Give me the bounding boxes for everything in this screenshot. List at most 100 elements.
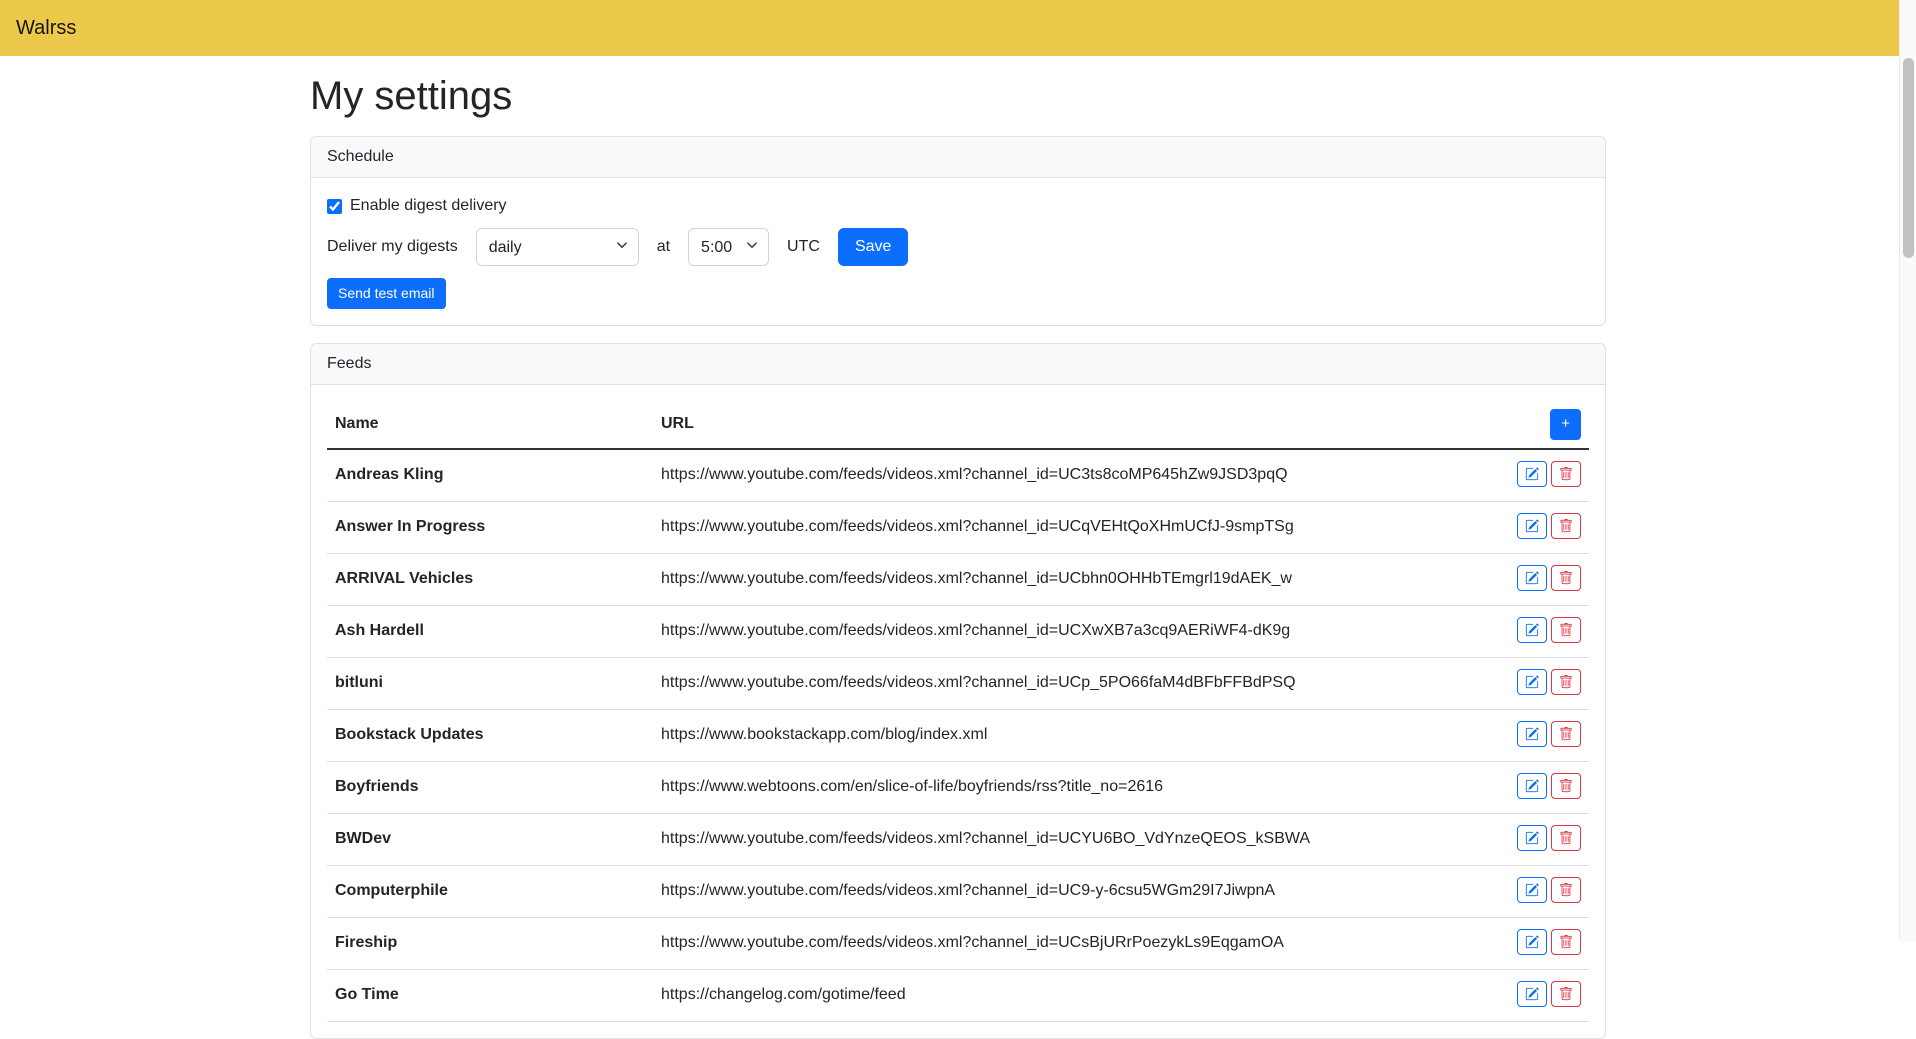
feeds-table: Name URL + Andreas Kling https://www.you…: [327, 401, 1589, 1022]
feed-name: Bookstack Updates: [327, 709, 653, 761]
feeds-card-header: Feeds: [311, 344, 1605, 385]
edit-feed-button[interactable]: [1517, 877, 1547, 903]
feeds-card: Feeds Name URL + Andreas Kling https://w…: [310, 343, 1606, 1039]
edit-feed-button[interactable]: [1517, 513, 1547, 539]
delete-feed-button[interactable]: [1551, 565, 1581, 591]
feed-actions: [1499, 553, 1589, 605]
scrollbar-thumb[interactable]: [1903, 58, 1914, 258]
trash-icon: [1559, 831, 1573, 845]
feed-url: https://www.youtube.com/feeds/videos.xml…: [653, 553, 1499, 605]
enable-digest-row: Enable digest delivery: [327, 194, 1589, 218]
send-test-email-button[interactable]: Send test email: [327, 278, 446, 309]
feeds-table-body: Andreas Kling https://www.youtube.com/fe…: [327, 449, 1589, 1022]
trash-icon: [1559, 467, 1573, 481]
edit-feed-button[interactable]: [1517, 565, 1547, 591]
feed-url: https://www.youtube.com/feeds/videos.xml…: [653, 657, 1499, 709]
schedule-card: Schedule Enable digest delivery Deliver …: [310, 136, 1606, 326]
feed-actions: [1499, 761, 1589, 813]
edit-icon: [1525, 519, 1539, 533]
enable-digest-checkbox[interactable]: [327, 199, 342, 214]
delete-feed-button[interactable]: [1551, 877, 1581, 903]
feed-actions: [1499, 449, 1589, 502]
edit-icon: [1525, 987, 1539, 1001]
time-select[interactable]: 5:00: [688, 228, 769, 266]
delete-feed-button[interactable]: [1551, 981, 1581, 1007]
feed-row: Answer In Progress https://www.youtube.c…: [327, 501, 1589, 553]
feeds-card-body: Name URL + Andreas Kling https://www.you…: [311, 385, 1605, 1038]
save-button[interactable]: Save: [838, 228, 908, 266]
edit-icon: [1525, 831, 1539, 845]
navbar-brand[interactable]: Walrss: [16, 13, 76, 43]
feed-actions: [1499, 709, 1589, 761]
feed-name: bitluni: [327, 657, 653, 709]
feed-name: Go Time: [327, 969, 653, 1021]
delete-feed-button[interactable]: [1551, 461, 1581, 487]
frequency-select-control[interactable]: daily: [476, 228, 639, 266]
feeds-table-header-row: Name URL +: [327, 401, 1589, 449]
feed-url: https://www.youtube.com/feeds/videos.xml…: [653, 813, 1499, 865]
edit-icon: [1525, 727, 1539, 741]
feed-row: bitluni https://www.youtube.com/feeds/vi…: [327, 657, 1589, 709]
digest-schedule-row: Deliver my digests daily at 5:00: [327, 228, 1589, 266]
feed-name: Fireship: [327, 917, 653, 969]
edit-feed-button[interactable]: [1517, 617, 1547, 643]
trash-icon: [1559, 935, 1573, 949]
feed-url: https://changelog.com/gotime/feed: [653, 969, 1499, 1021]
feed-row: Andreas Kling https://www.youtube.com/fe…: [327, 449, 1589, 502]
feed-url: https://www.youtube.com/feeds/videos.xml…: [653, 449, 1499, 502]
timezone-label: UTC: [787, 235, 820, 259]
main-content: My settings Schedule Enable digest deliv…: [298, 72, 1618, 1039]
edit-feed-button[interactable]: [1517, 461, 1547, 487]
edit-feed-button[interactable]: [1517, 825, 1547, 851]
schedule-card-header: Schedule: [311, 137, 1605, 178]
feed-name: Andreas Kling: [327, 449, 653, 502]
feed-row: Boyfriends https://www.webtoons.com/en/s…: [327, 761, 1589, 813]
feed-name: Ash Hardell: [327, 605, 653, 657]
at-label: at: [657, 235, 670, 259]
trash-icon: [1559, 623, 1573, 637]
trash-icon: [1559, 883, 1573, 897]
column-header-name: Name: [327, 401, 653, 449]
feed-actions: [1499, 865, 1589, 917]
trash-icon: [1559, 727, 1573, 741]
edit-feed-button[interactable]: [1517, 773, 1547, 799]
delete-feed-button[interactable]: [1551, 929, 1581, 955]
edit-feed-button[interactable]: [1517, 721, 1547, 747]
trash-icon: [1559, 675, 1573, 689]
edit-feed-button[interactable]: [1517, 669, 1547, 695]
edit-icon: [1525, 467, 1539, 481]
feed-name: Boyfriends: [327, 761, 653, 813]
delete-feed-button[interactable]: [1551, 721, 1581, 747]
time-select-control[interactable]: 5:00: [688, 228, 769, 266]
trash-icon: [1559, 987, 1573, 1001]
feed-actions: [1499, 657, 1589, 709]
enable-digest-label[interactable]: Enable digest delivery: [350, 194, 507, 218]
trash-icon: [1559, 571, 1573, 585]
feed-row: BWDev https://www.youtube.com/feeds/vide…: [327, 813, 1589, 865]
frequency-select[interactable]: daily: [476, 228, 639, 266]
feed-row: Bookstack Updates https://www.bookstacka…: [327, 709, 1589, 761]
feed-actions: [1499, 501, 1589, 553]
delete-feed-button[interactable]: [1551, 825, 1581, 851]
feed-url: https://www.youtube.com/feeds/videos.xml…: [653, 501, 1499, 553]
delete-feed-button[interactable]: [1551, 617, 1581, 643]
edit-icon: [1525, 935, 1539, 949]
feed-url: https://www.bookstackapp.com/blog/index.…: [653, 709, 1499, 761]
trash-icon: [1559, 779, 1573, 793]
column-header-url: URL: [653, 401, 1499, 449]
feed-url: https://www.youtube.com/feeds/videos.xml…: [653, 605, 1499, 657]
delete-feed-button[interactable]: [1551, 513, 1581, 539]
add-feed-button[interactable]: +: [1550, 409, 1581, 440]
feed-row: Ash Hardell https://www.youtube.com/feed…: [327, 605, 1589, 657]
deliver-digests-label: Deliver my digests: [327, 235, 458, 259]
feed-row: Go Time https://changelog.com/gotime/fee…: [327, 969, 1589, 1021]
feed-url: https://www.youtube.com/feeds/videos.xml…: [653, 917, 1499, 969]
feed-actions: [1499, 605, 1589, 657]
delete-feed-button[interactable]: [1551, 669, 1581, 695]
edit-feed-button[interactable]: [1517, 981, 1547, 1007]
feed-name: Answer In Progress: [327, 501, 653, 553]
feed-actions: [1499, 969, 1589, 1021]
edit-feed-button[interactable]: [1517, 929, 1547, 955]
delete-feed-button[interactable]: [1551, 773, 1581, 799]
scrollbar[interactable]: [1899, 0, 1916, 941]
